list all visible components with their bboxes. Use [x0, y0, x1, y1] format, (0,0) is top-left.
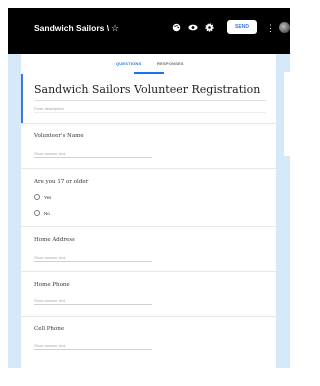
question-divider — [21, 226, 276, 227]
tab-questions[interactable]: QUESTIONS — [116, 61, 141, 66]
short-answer-placeholder: Short answer text — [34, 255, 66, 260]
radio-label-yes: Yes — [44, 195, 52, 200]
palette-icon[interactable] — [172, 23, 181, 34]
radio-option-yes[interactable] — [34, 194, 40, 200]
short-answer-line — [34, 304, 152, 305]
eye-icon[interactable] — [188, 23, 198, 34]
app-header: Sandwich Sailors \ ☆ SEND ⋮ — [8, 8, 290, 54]
floating-toolbar — [284, 72, 290, 156]
short-answer-placeholder: Short answer text — [34, 298, 66, 303]
description-underline — [34, 112, 266, 113]
short-answer-placeholder: Short answer text — [34, 343, 66, 348]
star-icon[interactable]: ☆ — [111, 23, 119, 33]
radio-option-no[interactable] — [34, 210, 40, 216]
question-divider — [21, 168, 276, 169]
question-divider — [21, 316, 276, 317]
focus-accent-bar — [21, 74, 23, 124]
question-label[interactable]: Volunteer's Name — [34, 133, 84, 139]
tab-bar: QUESTIONS RESPONSES — [21, 54, 276, 74]
short-answer-placeholder: Short answer text — [34, 151, 66, 156]
question-label[interactable]: Cell Phone — [34, 326, 64, 332]
form-title-header[interactable]: Sandwich Sailors \ — [34, 23, 109, 33]
radio-label-no: No — [44, 211, 50, 216]
short-answer-line — [34, 349, 152, 350]
avatar[interactable] — [279, 22, 290, 33]
title-underline — [34, 100, 266, 101]
question-label[interactable]: Home Address — [34, 237, 75, 243]
question-label[interactable]: Are you 17 or older — [34, 179, 88, 185]
form-title[interactable]: Sandwich Sailors Volunteer Registration — [34, 83, 260, 96]
more-vert-icon[interactable]: ⋮ — [266, 23, 275, 33]
question-label[interactable]: Home Phone — [34, 282, 70, 288]
tab-responses[interactable]: RESPONSES — [157, 61, 184, 66]
question-divider — [21, 271, 276, 272]
section-divider — [21, 123, 276, 124]
form-description[interactable]: Form description — [34, 106, 64, 111]
short-answer-line — [34, 157, 152, 158]
short-answer-line — [34, 261, 152, 262]
form-card — [21, 74, 276, 368]
send-button[interactable]: SEND — [227, 20, 257, 34]
gear-icon[interactable] — [205, 23, 214, 34]
